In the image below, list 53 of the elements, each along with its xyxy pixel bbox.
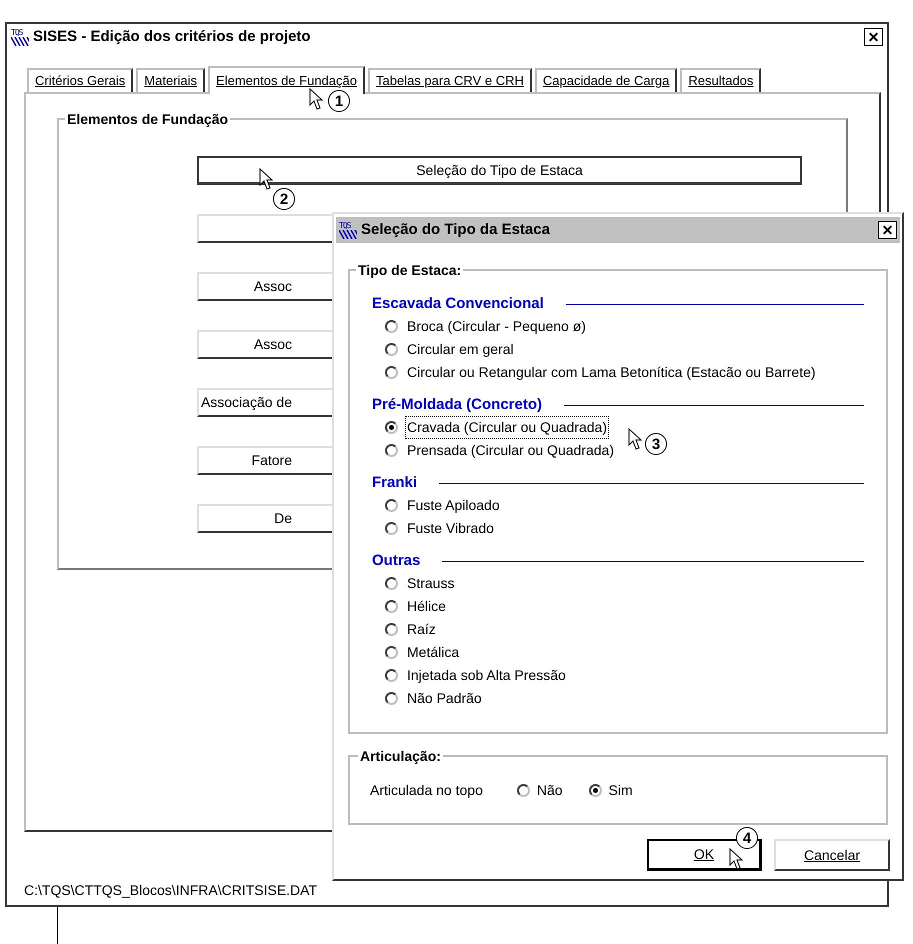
section-heading: Pré-Moldada (Concreto): [372, 394, 542, 415]
radio-label[interactable]: Sim: [608, 780, 633, 800]
radio-button[interactable]: [385, 577, 398, 590]
radio-button[interactable]: [588, 784, 602, 796]
radio-button[interactable]: [385, 343, 398, 356]
action-button[interactable]: Seleção do Tipo de Estaca: [197, 156, 802, 185]
radio-button[interactable]: [385, 522, 398, 535]
radio-button[interactable]: [385, 646, 398, 659]
radio-label[interactable]: Não Padrão: [405, 687, 484, 710]
radio-button[interactable]: [385, 421, 398, 434]
section-heading: Outras: [372, 550, 420, 571]
section-heading: Escavada Convencional: [372, 294, 544, 314]
tab[interactable]: Tabelas para CRV e CRH: [368, 68, 532, 92]
close-button[interactable]: ×: [878, 221, 897, 239]
tab[interactable]: Materiais: [136, 68, 206, 92]
leader-line: [57, 907, 58, 944]
radio-label[interactable]: Circular em geral: [405, 338, 516, 361]
radio-label[interactable]: Circular ou Retangular com Lama Betonítica (Estacão ou Barrete): [405, 361, 818, 384]
field-label: Articulada no topo: [370, 780, 483, 800]
dialog-title: Seleção do Tipo da Estaca: [361, 220, 550, 240]
radio-button[interactable]: [385, 366, 398, 379]
section-heading: Franki: [372, 472, 418, 493]
radio-label[interactable]: Não: [536, 780, 563, 800]
mouse-pointer-icon: [628, 428, 642, 450]
radio-button[interactable]: [385, 499, 398, 512]
close-button[interactable]: ×: [864, 28, 883, 46]
radio-button[interactable]: [385, 692, 398, 705]
radio-label[interactable]: Injetada sob Alta Pressão: [405, 664, 568, 687]
radio-label[interactable]: Hélice: [405, 595, 448, 618]
radio-label[interactable]: Raíz: [405, 618, 438, 641]
radio-button[interactable]: [385, 623, 398, 636]
mouse-pointer-icon: [259, 168, 273, 190]
tab[interactable]: Resultados: [680, 68, 762, 92]
tab[interactable]: Elementos de Fundação: [208, 66, 365, 94]
radio-button[interactable]: [385, 320, 398, 333]
radio-button[interactable]: [385, 444, 398, 457]
window-title: SISES - Edição dos critérios de projeto: [33, 26, 311, 47]
mouse-pointer-icon: [729, 848, 743, 870]
radio-label[interactable]: Fuste Apiloado: [405, 494, 502, 517]
mouse-pointer-icon: [309, 88, 323, 110]
radio-label[interactable]: Metálica: [405, 641, 462, 664]
radio-button[interactable]: [385, 669, 398, 682]
radio-button[interactable]: [516, 784, 530, 796]
radio-label[interactable]: Cravada (Circular ou Quadrada): [405, 416, 609, 439]
radio-label[interactable]: Prensada (Circular ou Quadrada): [405, 439, 616, 462]
radio-button[interactable]: [385, 600, 398, 613]
radio-label[interactable]: Strauss: [405, 572, 456, 595]
tab[interactable]: Capacidade de Carga: [534, 68, 678, 92]
dialog-button[interactable]: Cancelar: [774, 839, 890, 871]
status-bar-path: C:\TQS\CTTQS_Blocos\INFRA\CRITSISE.DAT: [23, 881, 318, 900]
radio-label[interactable]: Broca (Circular - Pequeno ø): [405, 315, 588, 338]
radio-label[interactable]: Fuste Vibrado: [405, 517, 496, 540]
tab[interactable]: Critérios Gerais: [27, 68, 134, 92]
